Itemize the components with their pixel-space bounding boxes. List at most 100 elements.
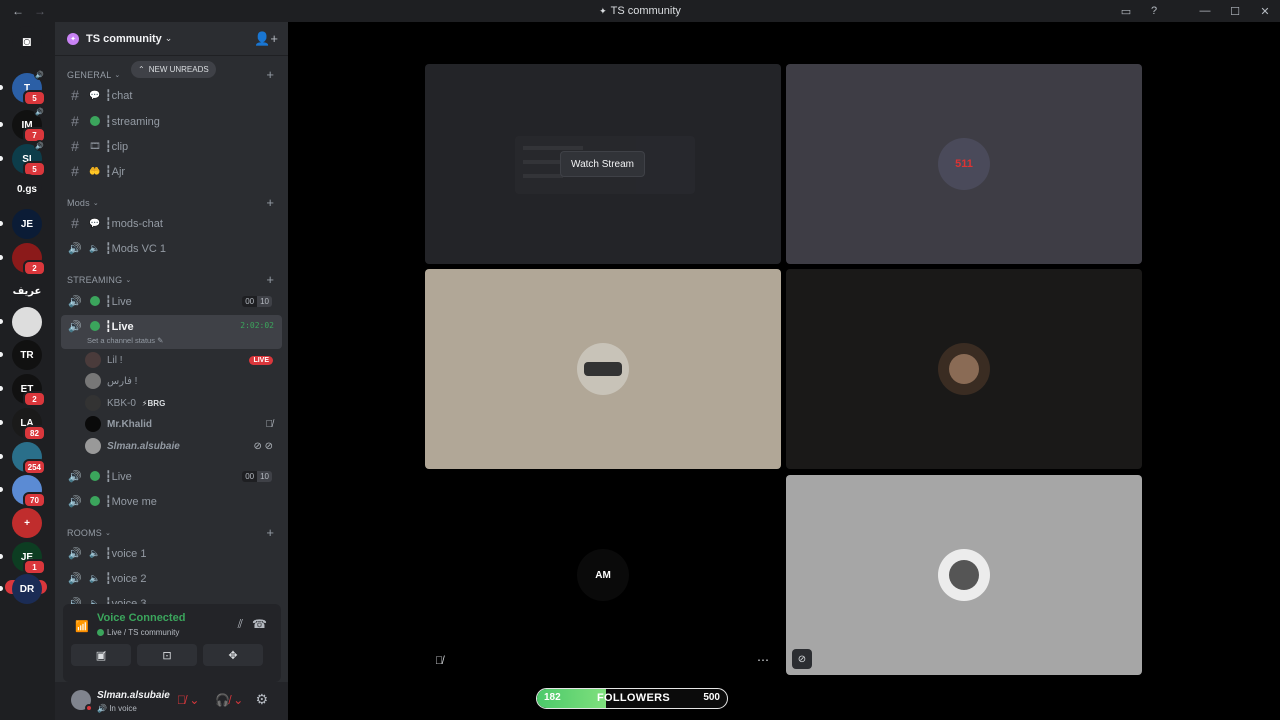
discord-home-icon[interactable]: ◙ [12, 26, 42, 56]
soundboard-button[interactable]: ♪ [269, 644, 288, 666]
unread-pill [0, 85, 3, 90]
person-avatar-icon [949, 560, 979, 590]
maximize-button[interactable]: ☐ [1220, 0, 1250, 22]
voice-connected-panel: 📶 Voice Connected Live / TS community ⫽ … [63, 604, 281, 682]
category-mods[interactable]: Mods ⌄ [67, 198, 99, 208]
activities-button[interactable]: ✥ [203, 644, 263, 666]
deafen-icon[interactable]: 🎧̸ ⌄ [215, 693, 243, 707]
server-icon[interactable] [12, 307, 42, 337]
avatar: AM [577, 549, 629, 601]
gear-icon[interactable]: ⚙ [255, 691, 268, 708]
channel-live-3[interactable]: 🔊 ┇Live 00 10 [61, 464, 282, 488]
stream-tile[interactable]: Watch Stream [425, 64, 781, 264]
mention-badge: 254 [22, 459, 46, 475]
channel-mods-chat[interactable]: # 💬 ┇mods-chat [61, 211, 282, 235]
participant-tile[interactable] [786, 269, 1142, 469]
server-icon[interactable]: DR [12, 574, 42, 604]
locked-hash-icon: # [71, 215, 79, 231]
add-channel-icon[interactable]: + [266, 67, 274, 82]
category-general[interactable]: GENERAL ⌄ [67, 70, 121, 80]
server-icon[interactable]: 2 [12, 243, 46, 276]
signal-icon[interactable]: 📶 [75, 620, 89, 633]
server-icon[interactable]: + [12, 508, 42, 538]
channel-live-1[interactable]: 🔊 ┇Live 00 10 [61, 289, 282, 313]
participant-tile[interactable] [425, 269, 781, 469]
participant-tile[interactable]: 511 [786, 64, 1142, 264]
chevron-down-icon: ⌄ [92, 200, 99, 207]
set-channel-status[interactable]: Set a channel status ✎ [87, 336, 163, 345]
voice-connected-title: Voice Connected [97, 612, 186, 624]
clan-tag: ⚡BRG [141, 398, 166, 408]
voice-user[interactable]: KBK-0 ⚡BRG [85, 393, 285, 413]
avatar: 511 [938, 138, 990, 190]
server-icon[interactable]: SI 5 🔊 [12, 140, 46, 177]
avatar [85, 416, 101, 432]
deafened-icon: ⊘ [792, 649, 812, 669]
camera-off-button[interactable]: ▣̸ [71, 644, 131, 666]
speech-bubble-icon: 💬 [89, 217, 101, 228]
arrow-up-icon: ⌃ [138, 65, 145, 74]
minimize-button[interactable]: — [1190, 0, 1220, 22]
live-badge: LIVE [249, 355, 273, 365]
server-icon[interactable]: عريف [12, 276, 42, 306]
avatar[interactable] [71, 690, 93, 712]
user-name[interactable]: Slman.alsubaie [97, 690, 170, 701]
video-stage: Watch Stream 511 AM 🎙̸ ⋯ ⊘ [288, 22, 1280, 720]
channel-clip[interactable]: # 🎞 ┇clip [61, 134, 282, 158]
prayer-icon: 🤲 [89, 165, 101, 176]
invite-people-icon[interactable]: 👤+ [254, 31, 278, 47]
add-channel-icon[interactable]: + [266, 525, 274, 540]
category-rooms[interactable]: ROOMS ⌄ [67, 528, 111, 538]
channel-voice-1[interactable]: 🔊 🔈 ┇voice 1 [61, 541, 282, 565]
server-icon[interactable]: 0.gs [12, 174, 42, 204]
server-icon[interactable]: JE 1 [12, 542, 46, 575]
new-unreads-pill[interactable]: ⌃ NEW UNREADS [131, 61, 216, 78]
server-icon[interactable]: LA 82 [12, 408, 46, 441]
followers-goal: 500 [703, 692, 720, 703]
person-avatar-icon [949, 354, 979, 384]
noise-suppression-icon[interactable]: ⫽ [238, 617, 243, 632]
channel-ajr[interactable]: # 🤲 ┇Ajr [61, 159, 282, 183]
voice-connected-subtitle[interactable]: Live / TS community [97, 628, 179, 637]
server-icon[interactable]: JE [12, 209, 42, 239]
server-icon[interactable]: IM 7 🔊 [12, 106, 46, 143]
channel-streaming[interactable]: # ┇streaming [61, 109, 282, 133]
guild-header[interactable]: ✦ TS community ⌄ 👤+ [55, 22, 288, 56]
participant-tile[interactable]: AM 🎙̸ ⋯ [425, 475, 781, 675]
server-label: عريف [12, 285, 42, 297]
category-streaming[interactable]: STREAMING ⌄ [67, 275, 131, 285]
server-label: + [24, 517, 30, 529]
channel-voice-2[interactable]: 🔊 🔈 ┇voice 2 [61, 566, 282, 590]
channel-chat[interactable]: # 💬 ┇chat [61, 83, 282, 107]
unread-pill [0, 420, 3, 425]
user-limit-counter: 00 10 [242, 295, 272, 307]
forward-arrow-icon[interactable]: → [34, 4, 46, 18]
voice-user[interactable]: فارس ! [85, 371, 285, 391]
server-icon[interactable]: TR [12, 340, 42, 370]
voice-user[interactable]: Lil ! LIVE [85, 350, 285, 370]
channel-mods-vc[interactable]: 🔊 🔈 ┇Mods VC 1 [61, 236, 282, 260]
back-arrow-icon[interactable]: ← [12, 4, 24, 18]
disconnect-icon[interactable]: ☎ [252, 617, 267, 631]
inbox-icon[interactable]: ▭ [1115, 3, 1137, 19]
server-icon[interactable]: ET 2 [12, 374, 46, 407]
server-icon[interactable]: 254 [12, 442, 46, 475]
channel-move-me[interactable]: 🔊 ┇Move me [61, 489, 282, 513]
server-label: 0.gs [16, 183, 37, 195]
channel-live-active[interactable]: 🔊 ┇Live 2:02:02 Set a channel status ✎ [61, 315, 282, 349]
server-icon[interactable]: 70 [12, 475, 46, 508]
unread-pill [0, 255, 3, 260]
server-icon[interactable]: T 5 🔊 [12, 69, 46, 106]
watch-stream-button[interactable]: Watch Stream [560, 151, 645, 177]
screen-share-button[interactable]: ⊡ [137, 644, 197, 666]
voice-user[interactable]: Mr.Khalid 🎙̸ [85, 414, 285, 434]
close-button[interactable]: ✕ [1250, 0, 1280, 22]
participant-tile[interactable]: ⊘ [786, 475, 1142, 675]
mute-mic-icon[interactable]: 🎙̸ ⌄ [177, 693, 199, 707]
voice-user[interactable]: Slman.alsubaie ⊘ ⊘ [85, 436, 285, 456]
unread-pill [0, 221, 3, 226]
add-channel-icon[interactable]: + [266, 272, 274, 287]
help-icon[interactable]: ? [1143, 3, 1165, 19]
more-options-icon[interactable]: ⋯ [757, 653, 769, 667]
add-channel-icon[interactable]: + [266, 195, 274, 210]
